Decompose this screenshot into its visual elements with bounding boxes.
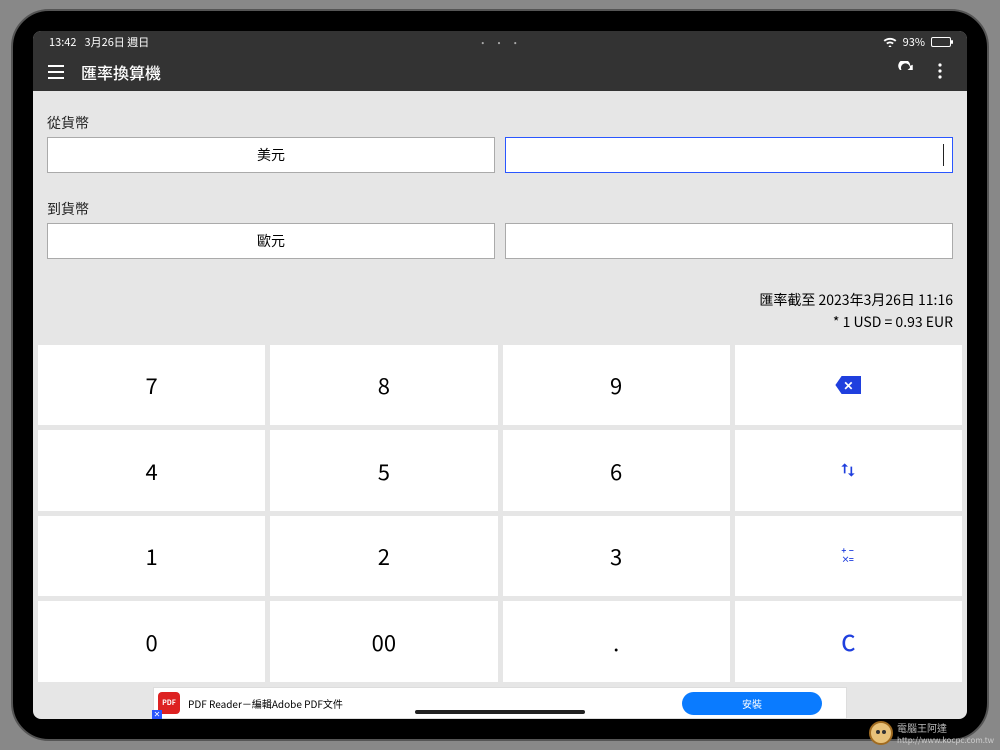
key-4[interactable]: 4 <box>38 430 265 511</box>
key-1[interactable]: 1 <box>38 516 265 597</box>
wifi-icon <box>883 34 897 51</box>
watermark: 電腦王阿達 http://www.kocpc.com.tw <box>869 720 994 746</box>
key-3[interactable]: 3 <box>503 516 730 597</box>
battery-percent: 93% <box>903 34 925 50</box>
key-swap[interactable] <box>735 430 962 511</box>
from-amount-input[interactable] <box>505 137 953 173</box>
key-clear[interactable]: C <box>735 601 962 682</box>
refresh-icon <box>897 61 915 79</box>
status-bar: 13:42 3月26日 週日 • • • 93% <box>33 31 967 53</box>
rate-info: 匯率截至 2023年3月26日 11:16 * 1 USD = 0.93 EUR <box>33 289 967 340</box>
ad-install-button[interactable]: 安裝 <box>682 692 822 715</box>
to-currency-select[interactable]: 歐元 <box>47 223 495 259</box>
key-9[interactable]: 9 <box>503 345 730 426</box>
ad-text: PDF Reader－編輯Adobe PDF文件 <box>188 696 682 711</box>
ad-banner[interactable]: ✕ PDF PDF Reader－編輯Adobe PDF文件 安裝 <box>153 687 847 719</box>
watermark-face-icon <box>869 721 893 745</box>
status-time: 13:42 <box>49 34 76 50</box>
key-6[interactable]: 6 <box>503 430 730 511</box>
content: 從貨幣 美元 到貨幣 歐元 匯率截至 2023年3月26日 11:16 * 1 … <box>33 91 967 719</box>
key-dot[interactable]: . <box>503 601 730 682</box>
backspace-icon: ✕ <box>835 376 861 394</box>
app-bar: 匯率換算機 <box>33 53 967 91</box>
key-backspace[interactable]: ✕ <box>735 345 962 426</box>
more-vert-icon <box>938 63 942 79</box>
to-label: 到貨幣 <box>47 199 953 219</box>
swap-icon <box>838 455 858 487</box>
more-button[interactable] <box>923 59 957 85</box>
key-8[interactable]: 8 <box>270 345 497 426</box>
tablet-frame: 13:42 3月26日 週日 • • • 93% 匯率換算機 <box>11 9 989 741</box>
status-date: 3月26日 週日 <box>84 34 149 50</box>
keypad: 7 8 9 ✕ 4 5 6 1 2 3 +−× <box>33 340 967 687</box>
rate-equation: * 1 USD = 0.93 EUR <box>33 311 953 333</box>
battery-icon <box>931 37 951 47</box>
multitask-dots[interactable]: • • • <box>478 35 522 50</box>
status-right: 93% <box>883 34 951 51</box>
ad-close-icon[interactable]: ✕ <box>152 710 162 719</box>
key-2[interactable]: 2 <box>270 516 497 597</box>
form-area: 從貨幣 美元 到貨幣 歐元 <box>33 91 967 289</box>
from-currency-select[interactable]: 美元 <box>47 137 495 173</box>
key-0[interactable]: 0 <box>38 601 265 682</box>
key-operators[interactable]: +−×= <box>735 516 962 597</box>
watermark-url: http://www.kocpc.com.tw <box>897 735 994 746</box>
menu-icon[interactable] <box>43 59 69 85</box>
svg-text:=: = <box>849 554 854 566</box>
status-left: 13:42 3月26日 週日 <box>49 34 149 50</box>
operators-icon: +−×= <box>838 540 858 572</box>
app-title: 匯率換算機 <box>81 60 889 84</box>
key-7[interactable]: 7 <box>38 345 265 426</box>
key-00[interactable]: 00 <box>270 601 497 682</box>
rate-asof: 匯率截至 2023年3月26日 11:16 <box>33 289 953 311</box>
screen: 13:42 3月26日 週日 • • • 93% 匯率換算機 <box>33 31 967 719</box>
from-label: 從貨幣 <box>47 113 953 133</box>
refresh-button[interactable] <box>889 59 923 85</box>
watermark-brand: 電腦王阿達 <box>897 720 994 735</box>
home-indicator[interactable] <box>415 710 585 714</box>
key-5[interactable]: 5 <box>270 430 497 511</box>
to-amount-input[interactable] <box>505 223 953 259</box>
